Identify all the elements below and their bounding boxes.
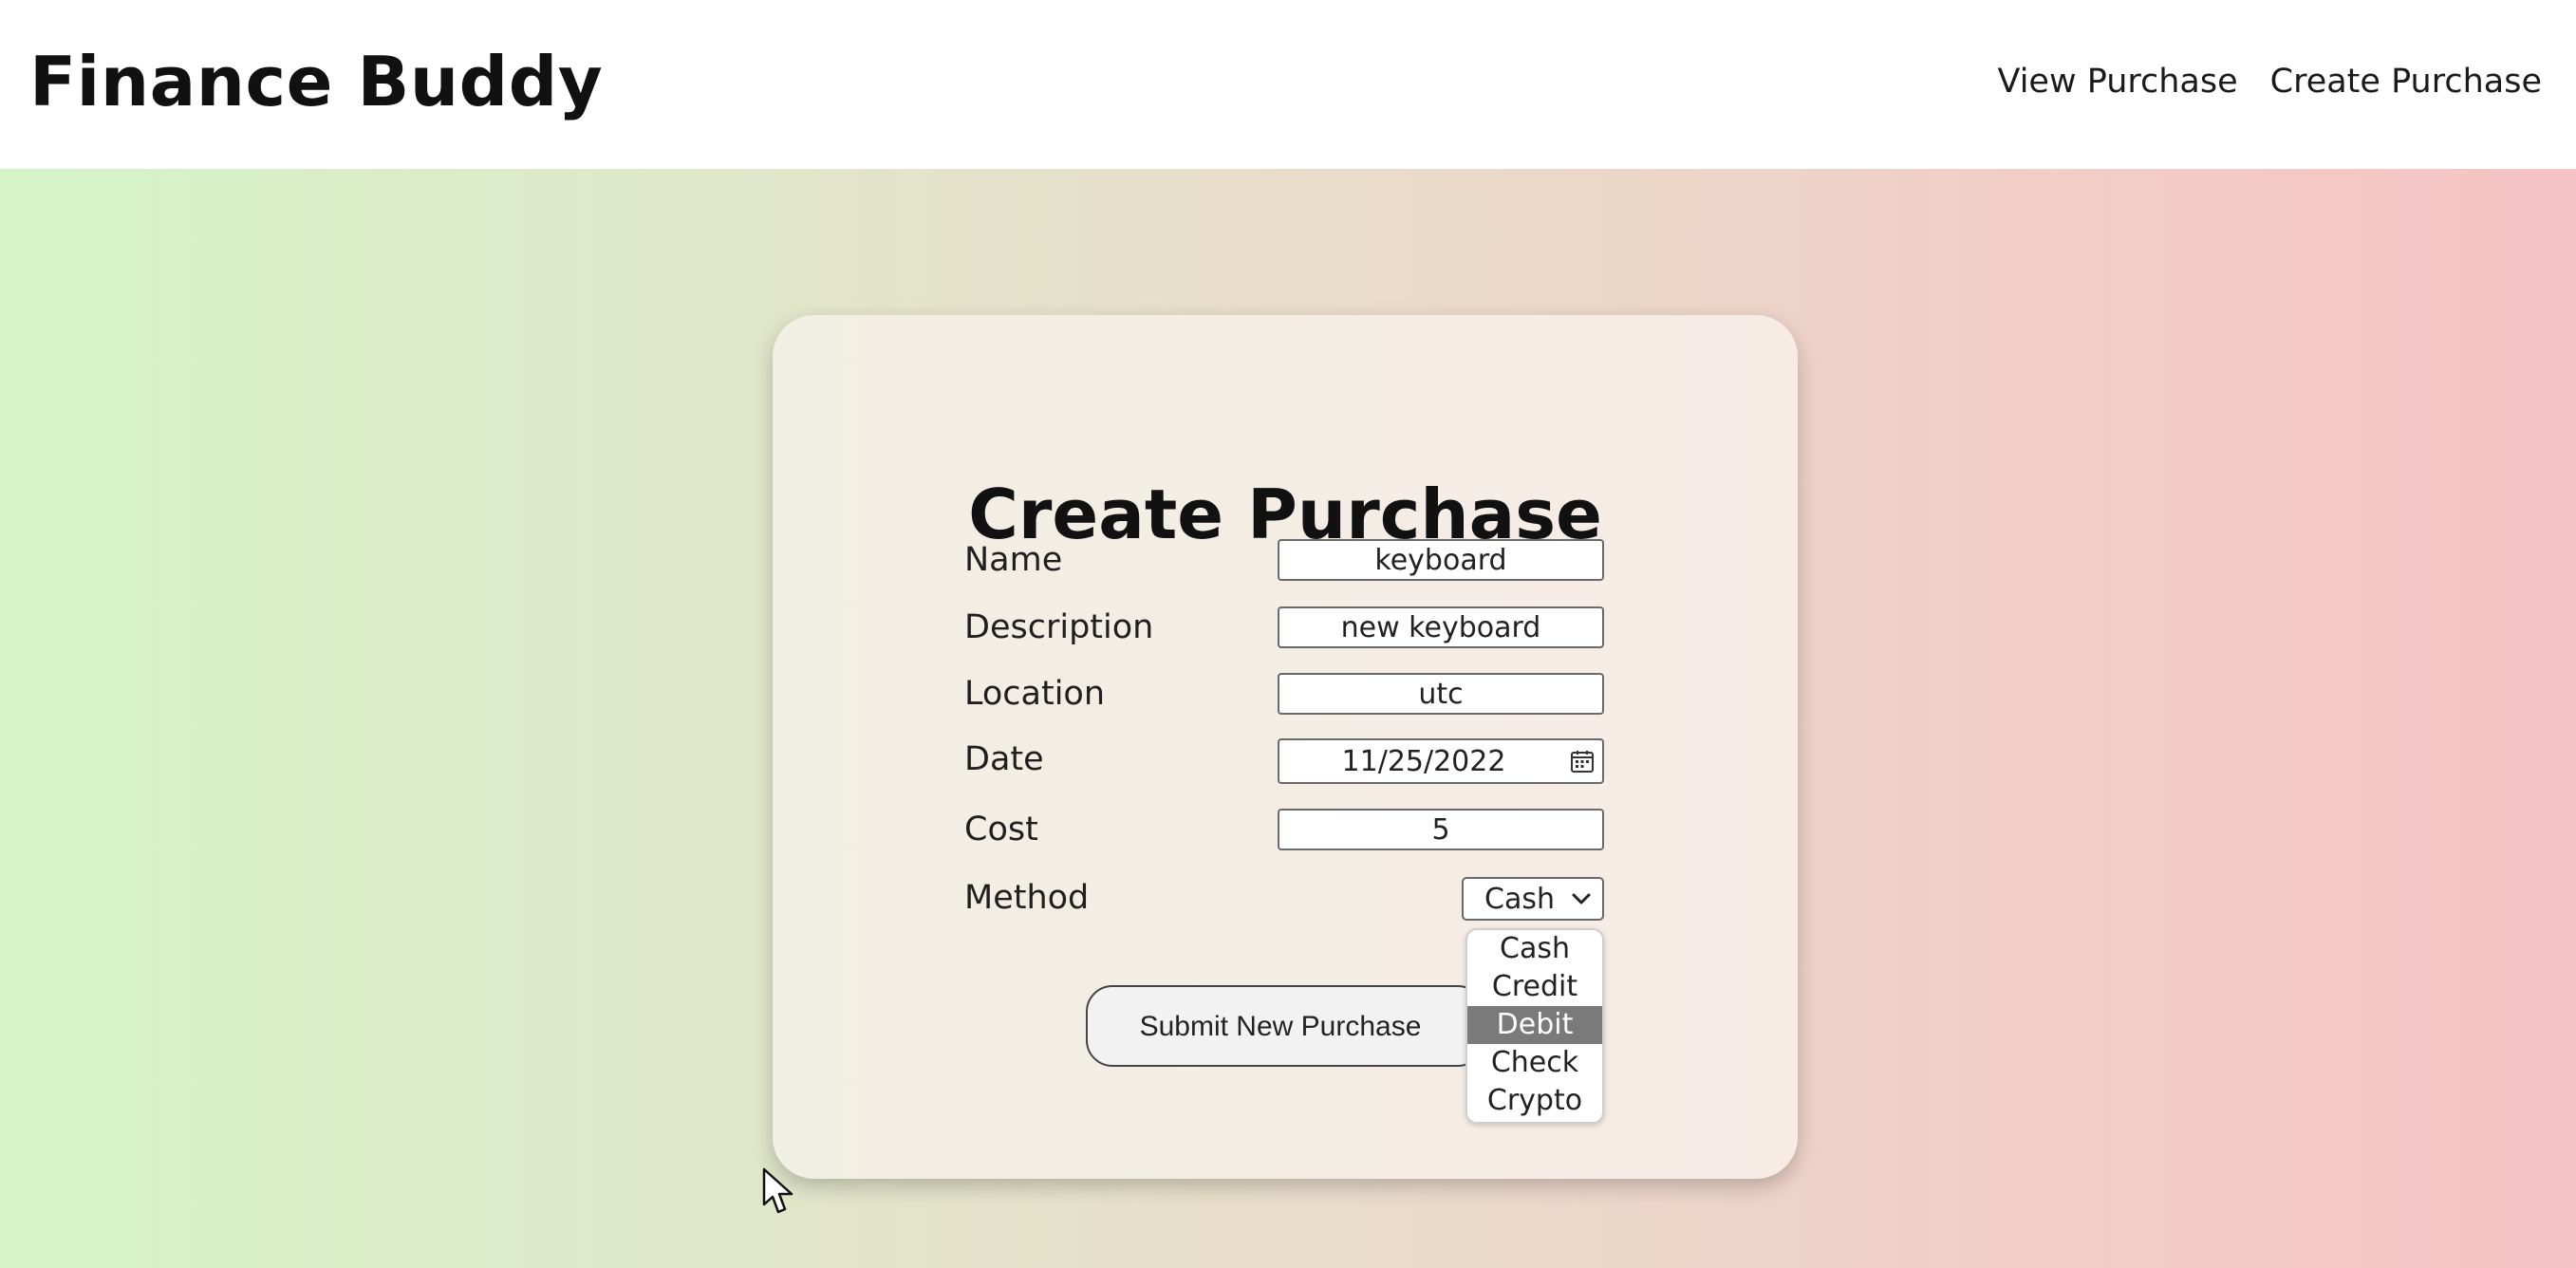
name-input[interactable] — [1278, 539, 1604, 581]
cost-input[interactable] — [1278, 809, 1604, 850]
method-label: Method — [964, 879, 1090, 917]
date-label: Date — [964, 740, 1044, 778]
method-option-crypto[interactable]: Crypto — [1467, 1082, 1602, 1120]
method-select[interactable]: Cash — [1462, 877, 1604, 921]
chevron-down-icon — [1570, 889, 1593, 908]
name-label: Name — [964, 541, 1063, 579]
nav-create-purchase-link[interactable]: Create Purchase — [2270, 61, 2542, 103]
method-option-check[interactable]: Check — [1467, 1044, 1602, 1082]
method-option-cash[interactable]: Cash — [1467, 930, 1602, 968]
location-label: Location — [964, 675, 1106, 713]
method-selected-value: Cash — [1484, 883, 1555, 916]
method-option-debit[interactable]: Debit — [1467, 1006, 1602, 1044]
description-label: Description — [964, 608, 1154, 646]
cost-label: Cost — [964, 811, 1038, 848]
description-input[interactable] — [1278, 606, 1604, 648]
main-nav: View Purchase Create Purchase — [1998, 61, 2542, 103]
finance-buddy-app: Finance Buddy View Purchase Create Purch… — [0, 0, 2576, 1268]
method-option-credit[interactable]: Credit — [1467, 968, 1602, 1006]
method-dropdown-list: Cash Credit Debit Check Crypto — [1465, 928, 1604, 1124]
mouse-pointer-icon — [762, 1167, 793, 1214]
location-input[interactable] — [1278, 673, 1604, 715]
date-value: 11/25/2022 — [1341, 745, 1506, 778]
submit-new-purchase-button[interactable]: Submit New Purchase — [1086, 985, 1484, 1067]
create-purchase-card: Create Purchase Name Description Locatio… — [773, 315, 1798, 1179]
nav-view-purchase-link[interactable]: View Purchase — [1998, 61, 2238, 103]
calendar-icon[interactable] — [1570, 749, 1595, 774]
gradient-content-area: Create Purchase Name Description Locatio… — [0, 169, 2576, 1268]
date-input[interactable]: 11/25/2022 — [1278, 738, 1604, 784]
app-title: Finance Buddy — [29, 42, 604, 121]
top-navigation-bar: Finance Buddy View Purchase Create Purch… — [0, 0, 2576, 169]
